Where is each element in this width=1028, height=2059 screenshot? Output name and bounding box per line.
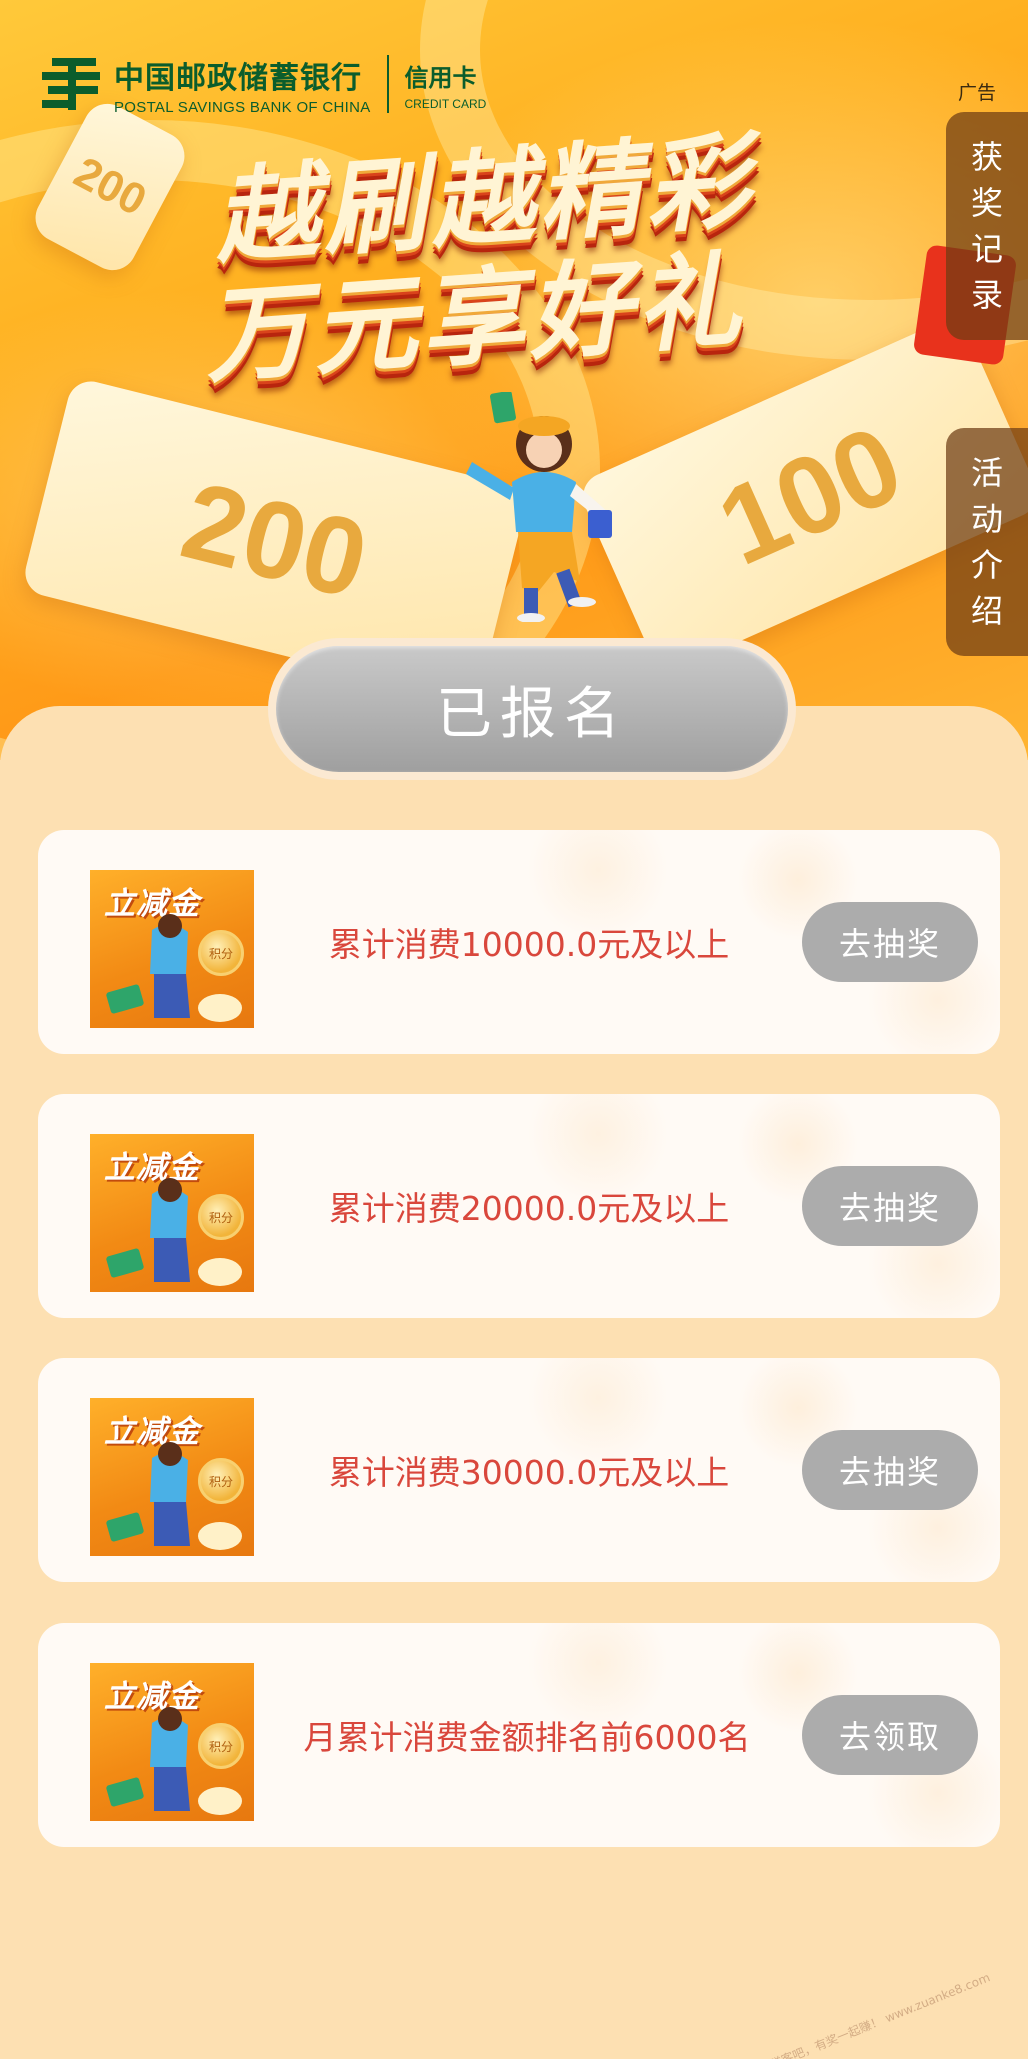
tab-char: 奖 bbox=[970, 184, 1003, 222]
thumbnail-figure bbox=[106, 1707, 242, 1815]
instant-discount-thumbnail: 立减金 积分 bbox=[90, 1134, 254, 1292]
bank-name-cn: 中国邮政储蓄银行 bbox=[114, 60, 362, 96]
signup-button[interactable]: 已报名 bbox=[276, 646, 788, 772]
tab-char: 绍 bbox=[970, 592, 1003, 630]
task-card: 立减金 积分 累计消费30000.0元及以上 去抽奖 bbox=[38, 1358, 1000, 1582]
task-card: 立减金 积分 月累计消费金额排名前6000名 去领取 bbox=[38, 1623, 1000, 1847]
instant-discount-thumbnail: 立减金 积分 bbox=[90, 870, 254, 1028]
draw-lottery-button[interactable]: 去抽奖 bbox=[802, 1430, 978, 1510]
credit-card-cn: 信用卡 bbox=[404, 63, 477, 92]
coupon-right-value: 100 bbox=[701, 401, 919, 589]
ad-label: 广告 bbox=[957, 82, 996, 104]
shopping-girl-illustration bbox=[466, 392, 612, 622]
tab-char: 介 bbox=[970, 546, 1003, 584]
credit-card-en: CREDIT CARD bbox=[404, 96, 487, 111]
instant-discount-thumbnail: 立减金 积分 bbox=[90, 1398, 254, 1556]
signup-button-frame: 已报名 bbox=[268, 638, 796, 780]
bank-name-en: POSTAL SAVINGS BANK OF CHINA bbox=[114, 98, 371, 116]
logo-divider bbox=[386, 55, 389, 113]
coupon-left-value: 200 bbox=[171, 458, 379, 622]
task-card: 立减金 积分 累计消费20000.0元及以上 去抽奖 bbox=[38, 1094, 1000, 1318]
task-description: 累计消费20000.0元及以上 bbox=[328, 1189, 730, 1228]
tab-char: 活 bbox=[970, 454, 1003, 492]
draw-lottery-button[interactable]: 去抽奖 bbox=[802, 902, 978, 982]
instant-discount-thumbnail: 立减金 积分 bbox=[90, 1663, 254, 1821]
task-card: 立减金 积分 累计消费10000.0元及以上 去抽奖 bbox=[38, 830, 1000, 1054]
task-description: 累计消费30000.0元及以上 bbox=[328, 1453, 730, 1492]
postal-logo-icon bbox=[40, 52, 104, 116]
task-description: 月累计消费金额排名前6000名 bbox=[303, 1718, 751, 1757]
tab-char: 录 bbox=[970, 276, 1003, 314]
thumbnail-figure bbox=[106, 1442, 242, 1550]
thumbnail-figure bbox=[106, 1178, 242, 1286]
tab-char: 记 bbox=[970, 230, 1003, 268]
tab-char: 动 bbox=[970, 500, 1003, 538]
activity-intro-tab[interactable]: 活 动 介 绍 bbox=[946, 428, 1028, 656]
prize-record-tab[interactable]: 获 奖 记 录 bbox=[946, 112, 1028, 340]
task-description: 累计消费10000.0元及以上 bbox=[328, 925, 730, 964]
tab-char: 获 bbox=[970, 138, 1003, 176]
banner-headline: 越刷越精彩 万元享好礼 bbox=[201, 119, 765, 397]
thumbnail-figure bbox=[106, 914, 242, 1022]
draw-lottery-button[interactable]: 去抽奖 bbox=[802, 1166, 978, 1246]
claim-button[interactable]: 去领取 bbox=[802, 1695, 978, 1775]
bank-logo: 中国邮政储蓄银行 POSTAL SAVINGS BANK OF CHINA 信用… bbox=[40, 52, 486, 116]
coupon-small-value: 200 bbox=[66, 147, 155, 226]
